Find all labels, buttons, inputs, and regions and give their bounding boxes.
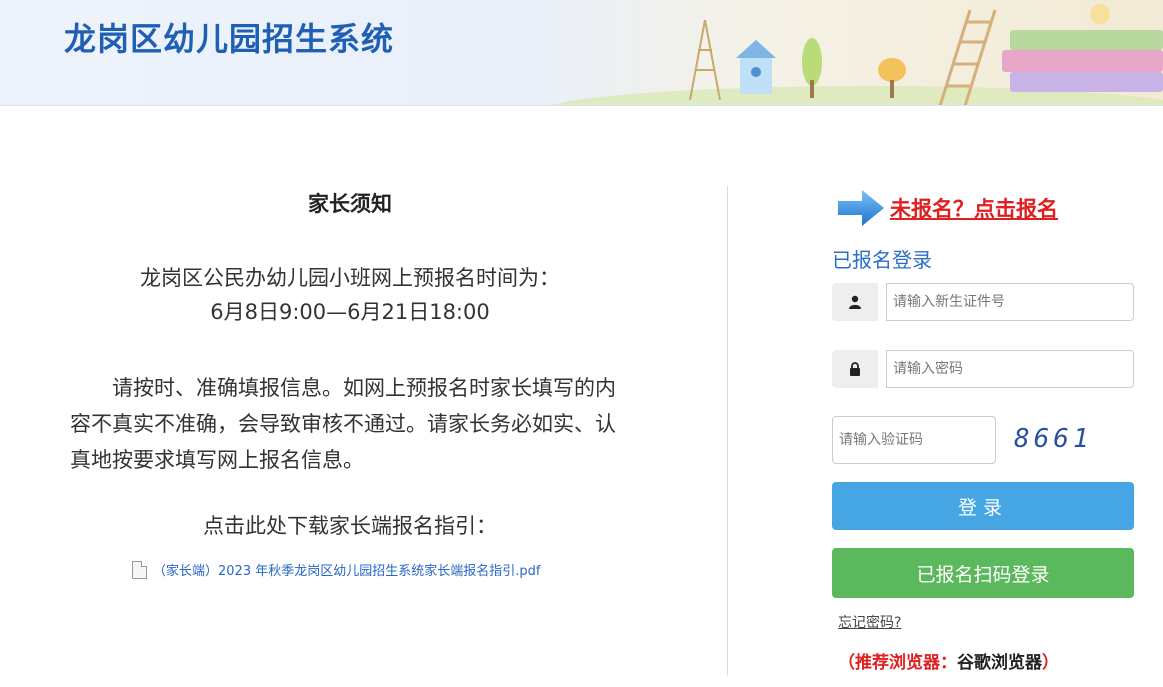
login-button[interactable]: 登录	[832, 482, 1134, 530]
register-link[interactable]: 未报名？点击报名	[890, 193, 1058, 223]
browser-tip-name: 谷歌浏览器	[957, 653, 1042, 673]
browser-tip-end: ）	[1042, 653, 1059, 673]
notice-title: 家长须知	[308, 192, 392, 216]
page-header: 龙岗区幼儿园招生系统	[0, 0, 1163, 106]
browser-tip-label: （推荐浏览器：	[838, 653, 957, 673]
header-illustration	[552, 4, 1163, 105]
download-label: 点击此处下载家长端报名指引：	[203, 514, 497, 538]
forgot-password-link[interactable]: 忘记密码?	[838, 612, 901, 632]
notice-time-label: 龙岗区公民办幼儿园小班网上预报名时间为：	[140, 266, 560, 290]
guide-download-link[interactable]: （家长端）2023 年秋季龙岗区幼儿园招生系统家长端报名指引.pdf	[132, 560, 540, 579]
notice-time-range: 6月8日9:00—6月21日18:00	[210, 300, 490, 324]
login-heading: 已报名登录	[832, 248, 932, 272]
site-title: 龙岗区幼儿园招生系统	[64, 20, 395, 58]
captcha-image[interactable]: 8661	[1014, 424, 1093, 454]
password-input-group	[832, 350, 1134, 388]
browser-tip: （推荐浏览器：谷歌浏览器）	[838, 648, 1059, 673]
qr-login-button[interactable]: 已报名扫码登录	[832, 548, 1134, 598]
guide-file-name: （家长端）2023 年秋季龙岗区幼儿园招生系统家长端报名指引.pdf	[153, 564, 541, 579]
captcha-input[interactable]	[832, 416, 996, 464]
arrow-right-icon	[838, 190, 884, 226]
lock-icon	[832, 350, 878, 388]
user-icon	[832, 283, 878, 321]
id-input-group	[832, 283, 1134, 321]
register-row: 未报名？点击报名	[836, 188, 1058, 228]
vertical-divider	[727, 186, 728, 676]
notice-paragraph: 请按时、准确填报信息。如网上预报名时家长填写的内容不真实不准确，会导致审核不通过…	[70, 376, 616, 472]
file-icon	[132, 560, 147, 579]
id-number-input[interactable]	[886, 283, 1134, 321]
password-input[interactable]	[886, 350, 1134, 388]
